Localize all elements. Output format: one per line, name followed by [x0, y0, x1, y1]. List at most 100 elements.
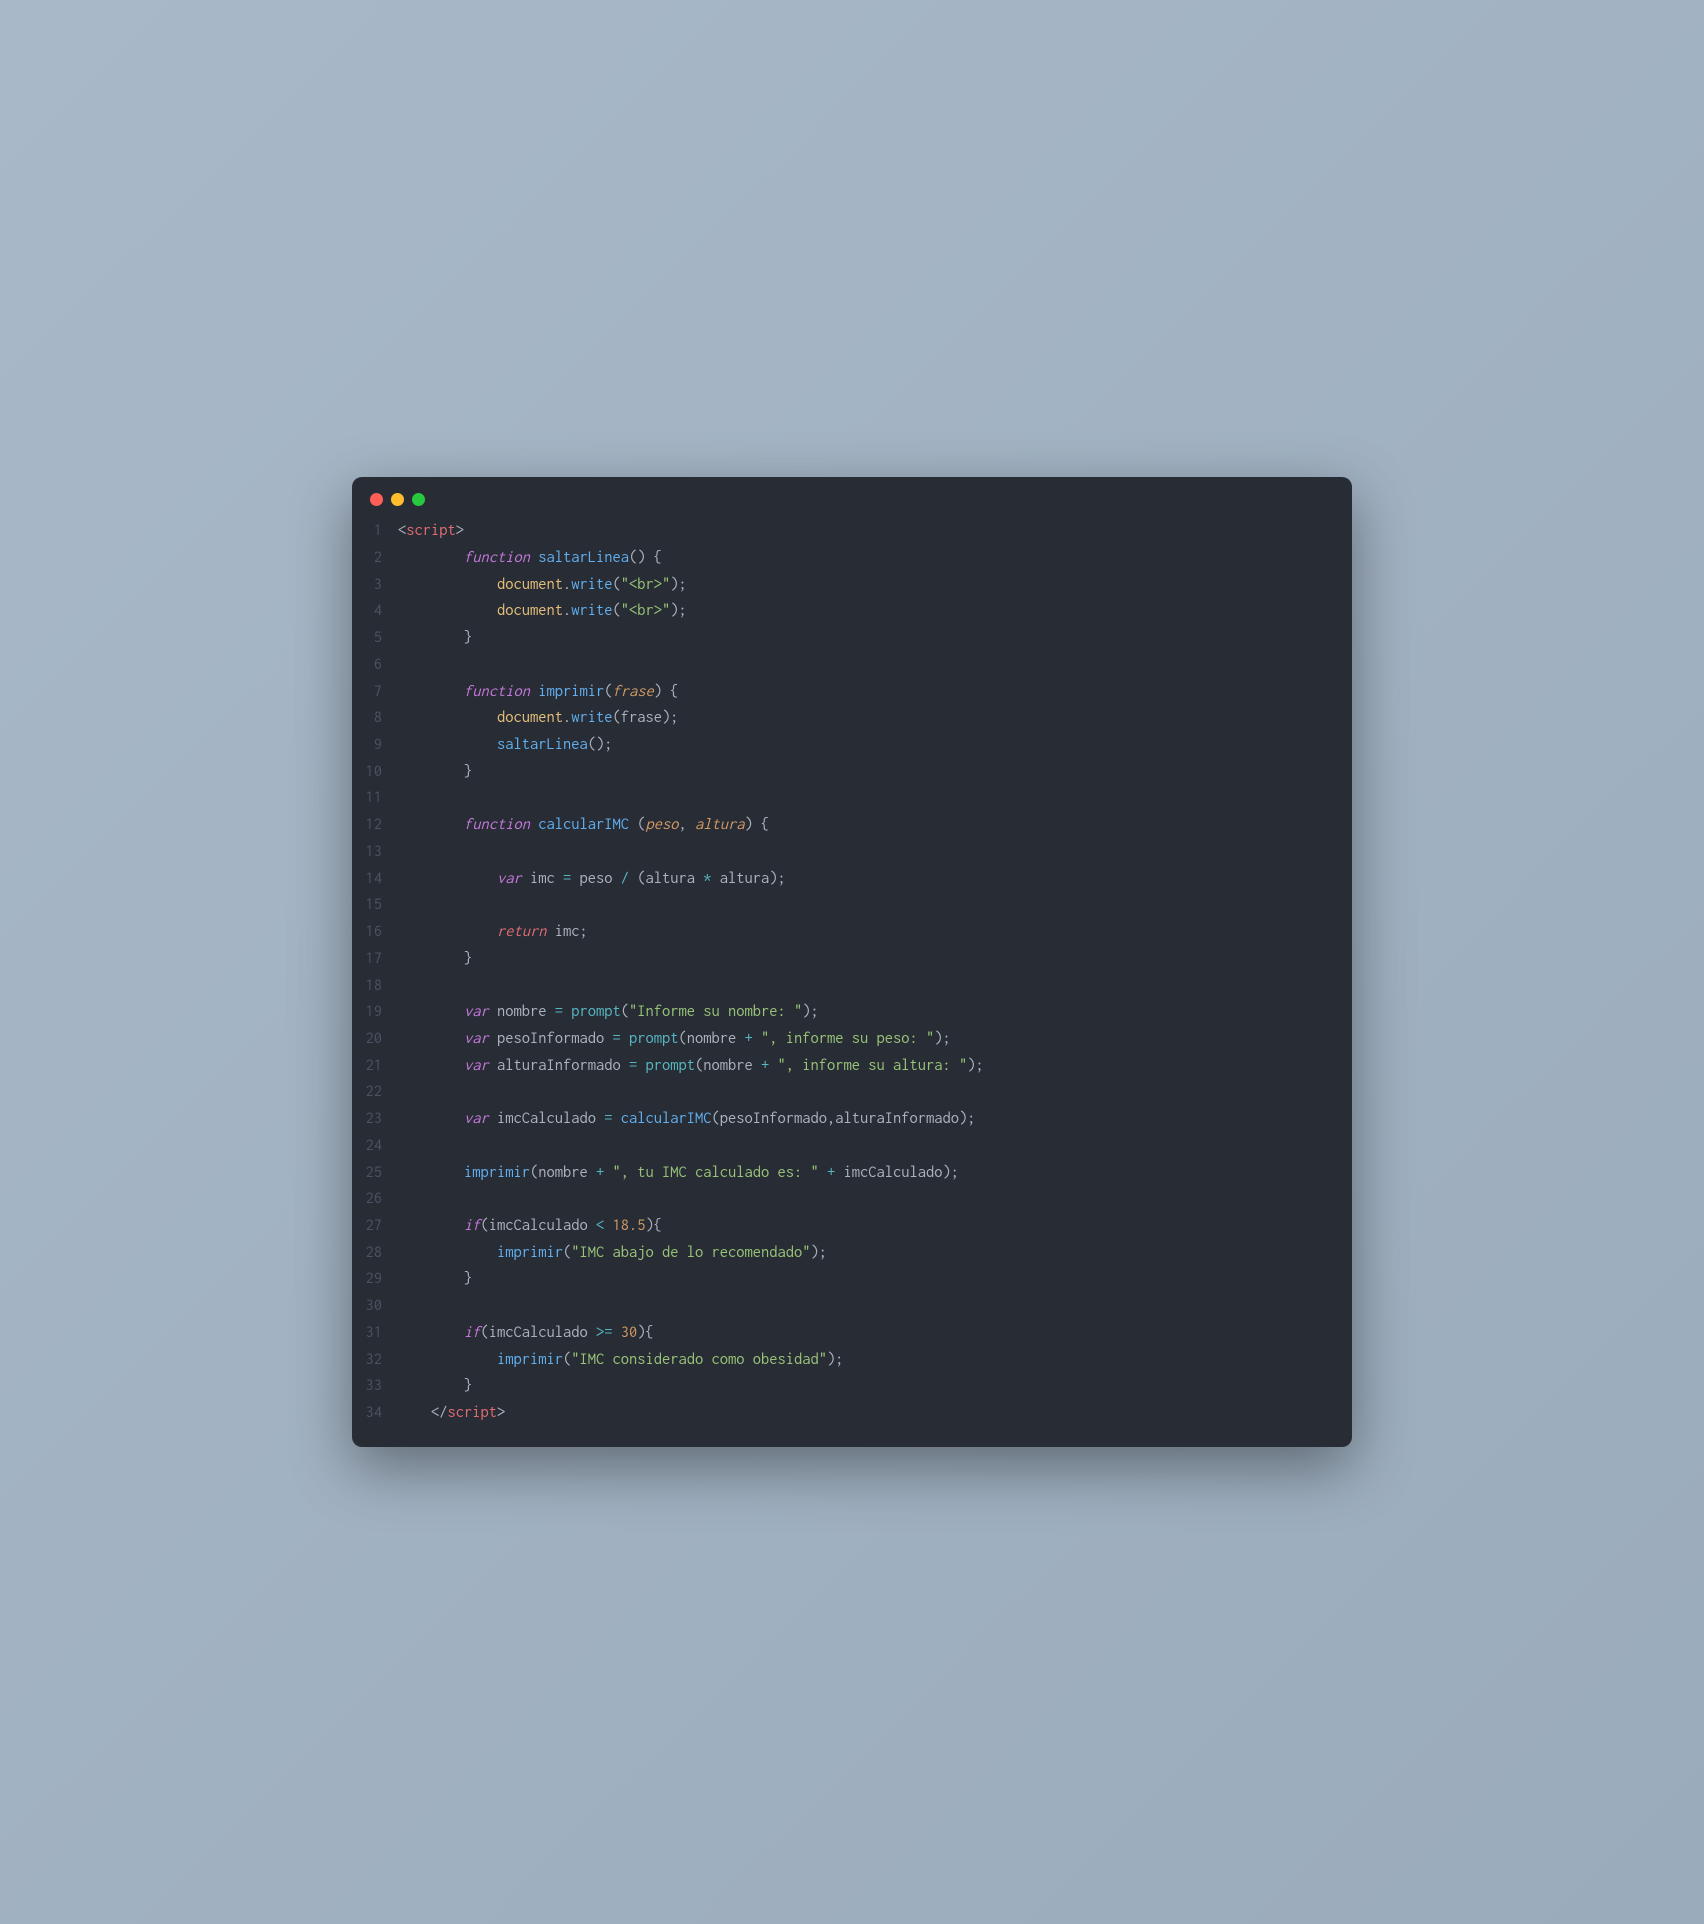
code-line[interactable]: 30: [352, 1293, 1352, 1320]
line-number: 22: [352, 1079, 398, 1106]
maximize-icon[interactable]: [412, 493, 425, 506]
code-window: 1<script>2 function saltarLinea() {3 doc…: [352, 477, 1352, 1446]
code-line[interactable]: 23 var imcCalculado = calcularIMC(pesoIn…: [352, 1106, 1352, 1133]
code-content[interactable]: var nombre = prompt("Informe su nombre: …: [398, 999, 1352, 1026]
code-line[interactable]: 6: [352, 652, 1352, 679]
code-line[interactable]: 26: [352, 1186, 1352, 1213]
code-line[interactable]: 11: [352, 785, 1352, 812]
code-content[interactable]: [398, 839, 1352, 866]
code-content[interactable]: }: [398, 759, 1352, 786]
code-content[interactable]: var pesoInformado = prompt(nombre + ", i…: [398, 1026, 1352, 1053]
line-number: 6: [352, 652, 398, 679]
code-content[interactable]: [398, 785, 1352, 812]
line-number: 26: [352, 1186, 398, 1213]
code-content[interactable]: [398, 652, 1352, 679]
code-content[interactable]: if(imcCalculado >= 30){: [398, 1320, 1352, 1347]
code-content[interactable]: function saltarLinea() {: [398, 545, 1352, 572]
code-line[interactable]: 4 document.write("<br>");: [352, 598, 1352, 625]
code-content[interactable]: [398, 1293, 1352, 1320]
code-line[interactable]: 25 imprimir(nombre + ", tu IMC calculado…: [352, 1160, 1352, 1187]
code-content[interactable]: [398, 973, 1352, 1000]
code-line[interactable]: 3 document.write("<br>");: [352, 572, 1352, 599]
code-content[interactable]: }: [398, 1373, 1352, 1400]
code-content[interactable]: [398, 1186, 1352, 1213]
line-number: 21: [352, 1053, 398, 1080]
code-content[interactable]: [398, 1079, 1352, 1106]
code-line[interactable]: 18: [352, 973, 1352, 1000]
line-number: 18: [352, 973, 398, 1000]
code-content[interactable]: imprimir(nombre + ", tu IMC calculado es…: [398, 1160, 1352, 1187]
code-line[interactable]: 1<script>: [352, 518, 1352, 545]
code-line[interactable]: 20 var pesoInformado = prompt(nombre + "…: [352, 1026, 1352, 1053]
code-content[interactable]: [398, 892, 1352, 919]
code-line[interactable]: 15: [352, 892, 1352, 919]
code-content[interactable]: var alturaInformado = prompt(nombre + ",…: [398, 1053, 1352, 1080]
code-line[interactable]: 9 saltarLinea();: [352, 732, 1352, 759]
code-line[interactable]: 17 }: [352, 946, 1352, 973]
line-number: 19: [352, 999, 398, 1026]
code-content[interactable]: [398, 1133, 1352, 1160]
code-line[interactable]: 5 }: [352, 625, 1352, 652]
code-line[interactable]: 32 imprimir("IMC considerado como obesid…: [352, 1347, 1352, 1374]
code-content[interactable]: }: [398, 946, 1352, 973]
code-content[interactable]: }: [398, 625, 1352, 652]
code-line[interactable]: 33 }: [352, 1373, 1352, 1400]
code-line[interactable]: 10 }: [352, 759, 1352, 786]
code-content[interactable]: imprimir("IMC abajo de lo recomendado");: [398, 1240, 1352, 1267]
code-content[interactable]: }: [398, 1266, 1352, 1293]
line-number: 24: [352, 1133, 398, 1160]
line-number: 5: [352, 625, 398, 652]
line-number: 30: [352, 1293, 398, 1320]
line-number: 4: [352, 598, 398, 625]
line-number: 14: [352, 866, 398, 893]
code-line[interactable]: 21 var alturaInformado = prompt(nombre +…: [352, 1053, 1352, 1080]
code-line[interactable]: 12 function calcularIMC (peso, altura) {: [352, 812, 1352, 839]
code-content[interactable]: var imcCalculado = calcularIMC(pesoInfor…: [398, 1106, 1352, 1133]
line-number: 29: [352, 1266, 398, 1293]
code-content[interactable]: saltarLinea();: [398, 732, 1352, 759]
line-number: 10: [352, 759, 398, 786]
code-content[interactable]: if(imcCalculado < 18.5){: [398, 1213, 1352, 1240]
code-line[interactable]: 2 function saltarLinea() {: [352, 545, 1352, 572]
line-number: 28: [352, 1240, 398, 1267]
line-number: 32: [352, 1347, 398, 1374]
line-number: 11: [352, 785, 398, 812]
code-content[interactable]: function calcularIMC (peso, altura) {: [398, 812, 1352, 839]
line-number: 8: [352, 705, 398, 732]
code-content[interactable]: var imc = peso / (altura * altura);: [398, 866, 1352, 893]
line-number: 25: [352, 1160, 398, 1187]
code-content[interactable]: return imc;: [398, 919, 1352, 946]
close-icon[interactable]: [370, 493, 383, 506]
code-content[interactable]: document.write(frase);: [398, 705, 1352, 732]
code-line[interactable]: 8 document.write(frase);: [352, 705, 1352, 732]
code-content[interactable]: document.write("<br>");: [398, 598, 1352, 625]
code-line[interactable]: 27 if(imcCalculado < 18.5){: [352, 1213, 1352, 1240]
code-editor[interactable]: 1<script>2 function saltarLinea() {3 doc…: [352, 514, 1352, 1446]
code-line[interactable]: 13: [352, 839, 1352, 866]
code-line[interactable]: 14 var imc = peso / (altura * altura);: [352, 866, 1352, 893]
code-line[interactable]: 28 imprimir("IMC abajo de lo recomendado…: [352, 1240, 1352, 1267]
minimize-icon[interactable]: [391, 493, 404, 506]
code-line[interactable]: 22: [352, 1079, 1352, 1106]
code-line[interactable]: 34 </script>: [352, 1400, 1352, 1427]
line-number: 3: [352, 572, 398, 599]
code-content[interactable]: function imprimir(frase) {: [398, 679, 1352, 706]
code-line[interactable]: 29 }: [352, 1266, 1352, 1293]
code-line[interactable]: 7 function imprimir(frase) {: [352, 679, 1352, 706]
window-titlebar: [352, 477, 1352, 514]
line-number: 31: [352, 1320, 398, 1347]
line-number: 20: [352, 1026, 398, 1053]
code-content[interactable]: <script>: [398, 518, 1352, 545]
line-number: 7: [352, 679, 398, 706]
code-line[interactable]: 19 var nombre = prompt("Informe su nombr…: [352, 999, 1352, 1026]
code-content[interactable]: document.write("<br>");: [398, 572, 1352, 599]
code-line[interactable]: 24: [352, 1133, 1352, 1160]
line-number: 17: [352, 946, 398, 973]
code-line[interactable]: 16 return imc;: [352, 919, 1352, 946]
line-number: 16: [352, 919, 398, 946]
code-line[interactable]: 31 if(imcCalculado >= 30){: [352, 1320, 1352, 1347]
line-number: 9: [352, 732, 398, 759]
code-content[interactable]: </script>: [398, 1400, 1352, 1427]
code-content[interactable]: imprimir("IMC considerado como obesidad"…: [398, 1347, 1352, 1374]
line-number: 34: [352, 1400, 398, 1427]
